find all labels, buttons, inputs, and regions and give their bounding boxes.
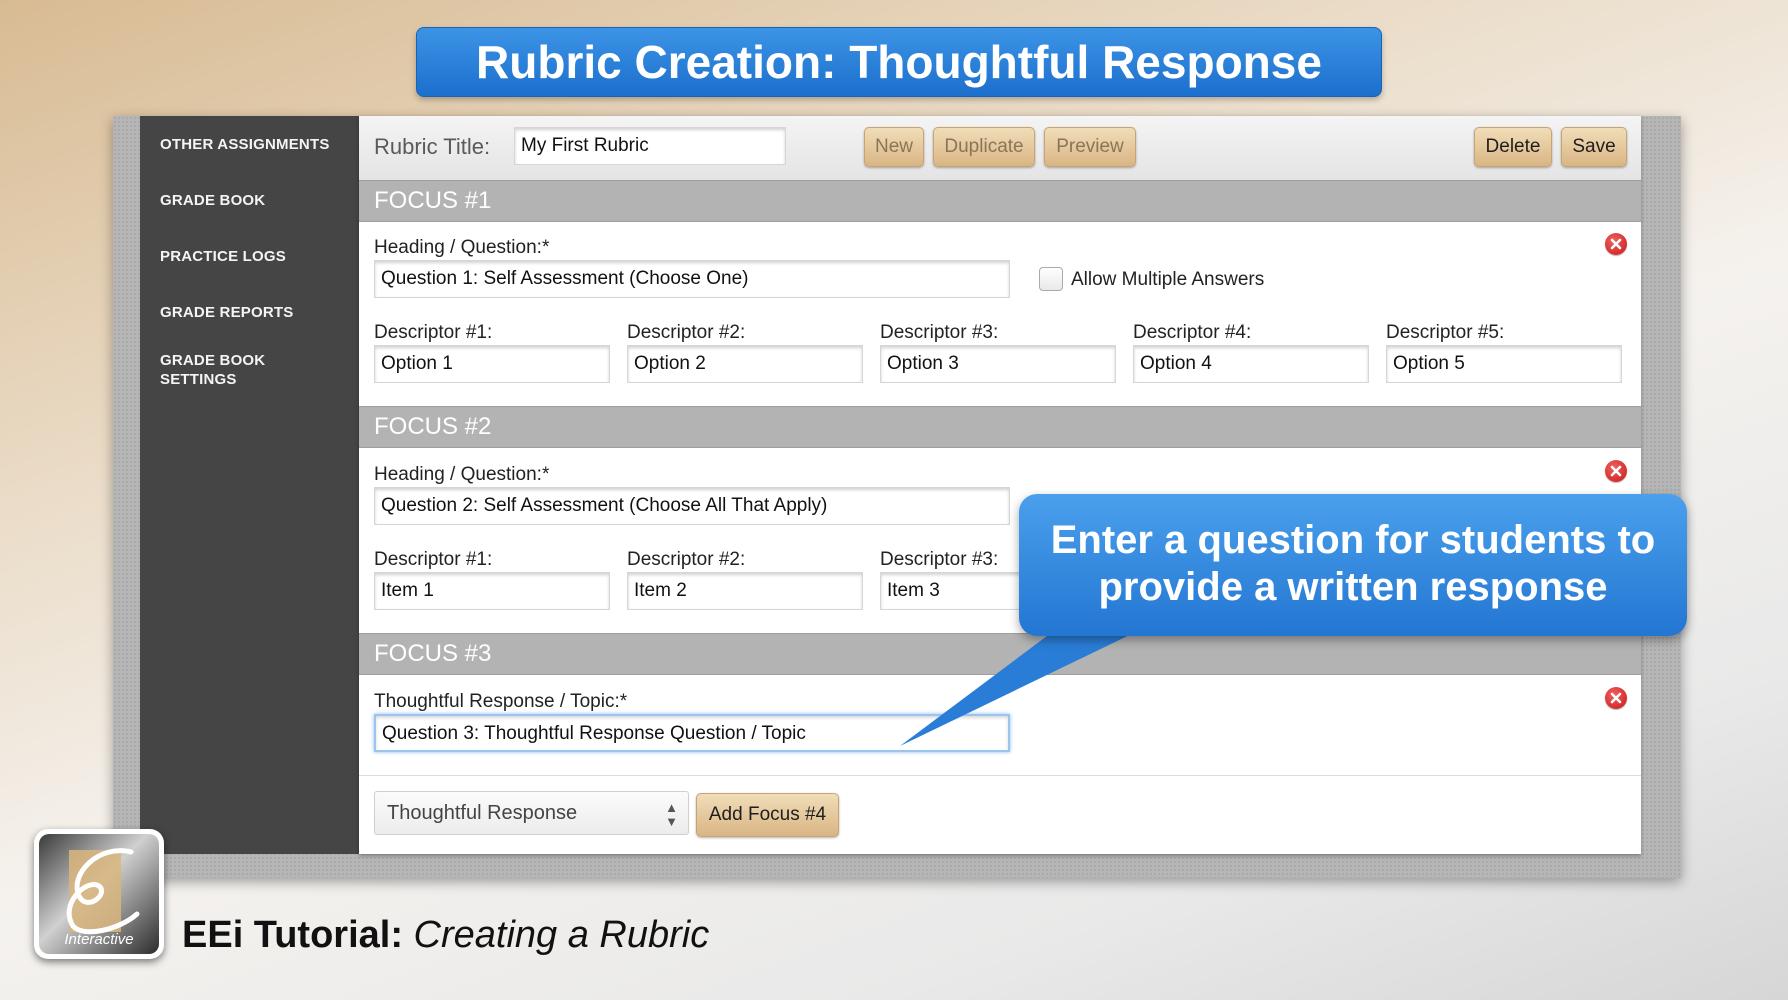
focus-3-topic-label: Thoughtful Response / Topic:*: [374, 691, 628, 712]
focus-1-descriptor-4-label: Descriptor #4:: [1133, 322, 1252, 343]
allow-multiple-answers-checkbox[interactable]: [1039, 267, 1063, 291]
sidebar-item-grade-book-settings[interactable]: GRADE BOOK SETTINGS: [160, 351, 290, 389]
footer-caption: EEi Tutorial: Creating a Rubric: [182, 914, 709, 957]
focus-type-selected-value: Thoughtful Response: [387, 802, 578, 824]
rubric-editor: Rubric Title: My First Rubric New Duplic…: [359, 116, 1641, 854]
duplicate-button[interactable]: Duplicate: [933, 127, 1035, 167]
focus-2-descriptor-1-label: Descriptor #1:: [374, 549, 493, 570]
focus-2-title: FOCUS #2: [374, 413, 492, 440]
focus-2-question-input[interactable]: Question 2: Self Assessment (Choose All …: [374, 487, 1010, 525]
focus-2-descriptor-3-label: Descriptor #3:: [880, 549, 999, 570]
logo-emblem: Interactive: [39, 834, 159, 954]
preview-button[interactable]: Preview: [1044, 127, 1136, 167]
sidebar-item-grade-reports[interactable]: GRADE REPORTS: [160, 303, 350, 322]
focus-1-question-label: Heading / Question:*: [374, 237, 550, 258]
tutorial-title-banner: Rubric Creation: Thoughtful Response: [416, 27, 1382, 97]
footer-bold: EEi Tutorial:: [182, 914, 403, 956]
tutorial-callout: Enter a question for students to provide…: [1019, 494, 1687, 636]
focus-1-descriptor-1-input[interactable]: Option 1: [374, 345, 610, 383]
focus-type-select[interactable]: Thoughtful Response ▲ ▼: [374, 791, 689, 835]
remove-focus-1-icon[interactable]: [1605, 233, 1627, 255]
focus-1-descriptor-2-input[interactable]: Option 2: [627, 345, 863, 383]
eei-logo: Interactive: [34, 829, 164, 959]
sidebar-item-other-assignments[interactable]: OTHER ASSIGNMENTS: [160, 135, 350, 154]
add-focus-button[interactable]: Add Focus #4: [696, 793, 839, 837]
focus-1-descriptor-4-input[interactable]: Option 4: [1133, 345, 1369, 383]
logo-word: Interactive: [64, 931, 134, 948]
focus-2-header: FOCUS #2: [359, 406, 1641, 448]
focus-1-descriptor-3-input[interactable]: Option 3: [880, 345, 1116, 383]
delete-button[interactable]: Delete: [1474, 127, 1552, 167]
rubric-toolbar: Rubric Title: My First Rubric New Duplic…: [359, 116, 1641, 180]
focus-3-title: FOCUS #3: [374, 640, 492, 667]
focus-2-question-label: Heading / Question:*: [374, 464, 550, 485]
focus-1-descriptor-5-input[interactable]: Option 5: [1386, 345, 1622, 383]
focus-1-descriptor-3-label: Descriptor #3:: [880, 322, 999, 343]
new-button[interactable]: New: [864, 127, 924, 167]
sidebar-item-grade-book[interactable]: GRADE BOOK: [160, 191, 350, 210]
sidebar-item-practice-logs[interactable]: PRACTICE LOGS: [160, 247, 350, 266]
focus-2-descriptor-2-label: Descriptor #2:: [627, 549, 746, 570]
section-divider: [359, 775, 1641, 776]
focus-1-descriptor-2-label: Descriptor #2:: [627, 322, 746, 343]
focus-2-descriptor-1-input[interactable]: Item 1: [374, 572, 610, 610]
rubric-title-label: Rubric Title:: [374, 134, 491, 159]
allow-multiple-answers-label: Allow Multiple Answers: [1071, 269, 1265, 290]
select-arrows-icon: ▲ ▼: [665, 800, 678, 829]
focus-1-header: FOCUS #1: [359, 180, 1641, 222]
sidebar: OTHER ASSIGNMENTS GRADE BOOK PRACTICE LO…: [140, 116, 359, 854]
focus-1-question-input[interactable]: Question 1: Self Assessment (Choose One): [374, 260, 1010, 298]
focus-1-descriptor-1-label: Descriptor #1:: [374, 322, 493, 343]
focus-2-descriptor-2-input[interactable]: Item 2: [627, 572, 863, 610]
remove-focus-3-icon[interactable]: [1605, 687, 1627, 709]
rubric-title-input[interactable]: My First Rubric: [514, 127, 786, 165]
focus-3-topic-input[interactable]: Question 3: Thoughtful Response Question…: [374, 714, 1010, 752]
remove-focus-2-icon[interactable]: [1605, 460, 1627, 482]
focus-1-title: FOCUS #1: [374, 187, 492, 214]
save-button[interactable]: Save: [1561, 127, 1627, 167]
focus-1-descriptor-5-label: Descriptor #5:: [1386, 322, 1505, 343]
focus-3-header: FOCUS #3: [359, 633, 1641, 675]
footer-italic: Creating a Rubric: [413, 914, 710, 956]
